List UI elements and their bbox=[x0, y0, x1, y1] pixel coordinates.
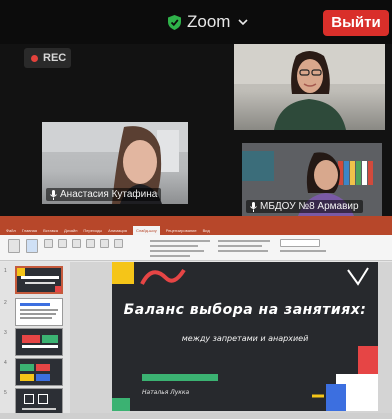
ribbon-tab[interactable]: Переходы bbox=[83, 226, 102, 235]
slide-author: Наталья Лукка bbox=[142, 389, 190, 396]
ribbon-option[interactable] bbox=[150, 250, 204, 252]
zoom-meeting-info[interactable]: Zoom bbox=[168, 12, 249, 32]
zoom-top-bar: Zoom Выйти bbox=[0, 0, 392, 44]
ribbon-tab[interactable]: Рецензирование bbox=[166, 226, 197, 235]
microphone-icon bbox=[50, 189, 57, 200]
video-tile-participant[interactable]: Анастасия Кутафина bbox=[42, 122, 188, 204]
ribbon-button[interactable] bbox=[114, 239, 123, 248]
ppt-status-bar bbox=[0, 413, 392, 419]
slide-thumbnail-selected[interactable] bbox=[15, 266, 63, 294]
ribbon-option[interactable] bbox=[280, 250, 326, 252]
ribbon-tab[interactable]: Главная bbox=[22, 226, 37, 235]
ribbon-button[interactable] bbox=[86, 239, 95, 248]
participant-name: МБДОУ №8 Армавир bbox=[260, 201, 359, 212]
slide-number: 3 bbox=[4, 330, 7, 336]
ribbon-option[interactable] bbox=[150, 245, 198, 247]
recording-label: REC bbox=[43, 52, 67, 64]
ppt-title-bar bbox=[0, 216, 392, 226]
ribbon-tab[interactable]: Вставка bbox=[43, 226, 58, 235]
participant-name-tag: Анастасия Кутафина bbox=[46, 188, 162, 201]
video-tile-participant[interactable]: МБДОУ №8 Армавир bbox=[242, 143, 382, 216]
ribbon-tab[interactable]: Файл bbox=[6, 226, 16, 235]
slide-thumbnail[interactable] bbox=[15, 358, 63, 386]
ribbon-tab[interactable]: Вид bbox=[203, 226, 210, 235]
ribbon-option[interactable] bbox=[218, 245, 262, 247]
slide-thumbnail[interactable] bbox=[15, 328, 63, 356]
slide-title: Баланс выбора на занятиях: bbox=[123, 302, 367, 318]
participant-name-tag: МБДОУ №8 Армавир bbox=[246, 200, 363, 213]
participant-name: Анастасия Кутафина bbox=[60, 189, 158, 200]
slide-number: 1 bbox=[4, 268, 7, 274]
slide-subtitle: между запретами и анархией bbox=[181, 334, 309, 343]
ribbon-button[interactable] bbox=[72, 239, 81, 248]
ribbon-option[interactable] bbox=[150, 240, 210, 242]
ppt-ribbon bbox=[0, 235, 392, 261]
slide-number: 2 bbox=[4, 300, 7, 306]
ribbon-tab-active[interactable]: Слайд-шоу bbox=[132, 226, 160, 235]
shield-check-icon bbox=[168, 14, 181, 30]
ribbon-option[interactable] bbox=[150, 255, 190, 257]
ribbon-button[interactable] bbox=[100, 239, 109, 248]
ribbon-option[interactable] bbox=[218, 250, 268, 252]
slide-thumbnails-pane: 1 2 3 4 5 bbox=[0, 262, 70, 419]
ribbon-button[interactable] bbox=[58, 239, 67, 248]
ribbon-button[interactable] bbox=[8, 239, 20, 253]
zoom-title: Zoom bbox=[187, 12, 231, 31]
slide-thumbnail[interactable] bbox=[15, 388, 63, 416]
ppt-ribbon-tabs: Файл Главная Вставка Дизайн Переходы Ани… bbox=[0, 226, 392, 235]
ribbon-tab[interactable]: Анимация bbox=[108, 226, 127, 235]
recording-dot-icon bbox=[31, 54, 38, 62]
current-slide[interactable]: Баланс выбора на занятиях: между запрета… bbox=[112, 262, 378, 411]
ribbon-dropdown[interactable] bbox=[280, 239, 320, 247]
leave-button[interactable]: Выйти bbox=[323, 10, 389, 36]
screen: Zoom Выйти REC Анастасия Кутафина МБДОУ … bbox=[0, 0, 392, 419]
microphone-icon bbox=[250, 201, 257, 212]
slide-thumbnail[interactable] bbox=[15, 298, 63, 326]
ribbon-option[interactable] bbox=[218, 240, 270, 242]
recording-indicator[interactable]: REC bbox=[24, 48, 71, 68]
chevron-down-icon bbox=[238, 19, 249, 26]
slide-number: 4 bbox=[4, 360, 7, 366]
video-gallery: REC Анастасия Кутафина МБДОУ №8 Армавир bbox=[0, 44, 392, 216]
slide-number: 5 bbox=[4, 390, 7, 396]
ribbon-button[interactable] bbox=[44, 239, 53, 248]
ribbon-tab[interactable]: Дизайн bbox=[64, 226, 77, 235]
ribbon-button[interactable] bbox=[26, 239, 38, 253]
video-tile-speaker[interactable] bbox=[234, 44, 385, 130]
participant-video bbox=[234, 44, 385, 130]
